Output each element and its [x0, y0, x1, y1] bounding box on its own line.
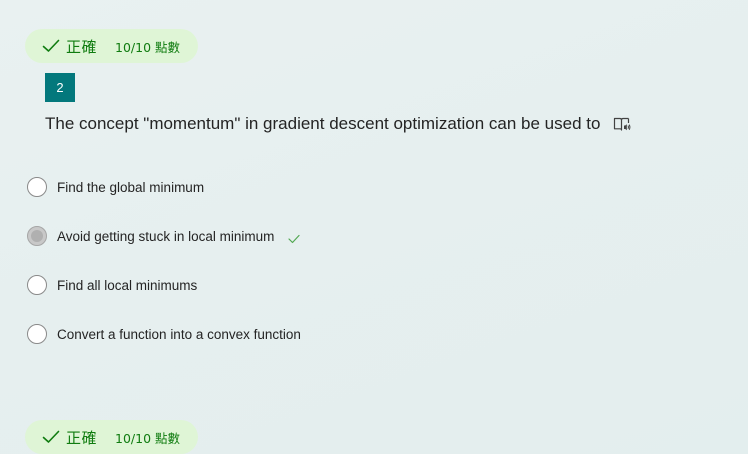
- radio-button[interactable]: [27, 324, 47, 344]
- radio-button[interactable]: [27, 275, 47, 295]
- option-label: Find all local minimums: [57, 277, 198, 293]
- question-text: The concept "momentum" in gradient desce…: [45, 114, 601, 133]
- question-number: 2: [45, 73, 75, 102]
- answer-option[interactable]: Find all local minimums: [27, 274, 197, 296]
- checkmark-icon: [42, 39, 60, 53]
- radio-button-selected[interactable]: [27, 226, 47, 246]
- option-label: Avoid getting stuck in local minimum: [57, 228, 275, 244]
- immersive-reader-icon[interactable]: [613, 116, 631, 132]
- option-label: Find the global minimum: [57, 179, 205, 195]
- result-badge: 正確 10/10 點數: [25, 29, 198, 63]
- answer-option[interactable]: Find the global minimum: [27, 176, 204, 198]
- result-status: 正確: [66, 37, 98, 56]
- correct-checkmark-icon: [288, 231, 300, 244]
- answer-option[interactable]: Convert a function into a convex functio…: [27, 323, 301, 345]
- question-title: The concept "momentum" in gradient desce…: [45, 114, 631, 134]
- radio-button[interactable]: [27, 177, 47, 197]
- result-points: 10/10 點數: [115, 430, 181, 446]
- result-points: 10/10 點數: [115, 39, 181, 55]
- answer-option-selected[interactable]: Avoid getting stuck in local minimum: [27, 225, 300, 247]
- next-result-badge: 正確 10/10 點數: [25, 420, 198, 454]
- result-status: 正確: [66, 428, 98, 447]
- checkmark-icon: [42, 430, 60, 444]
- option-label: Convert a function into a convex functio…: [57, 326, 301, 342]
